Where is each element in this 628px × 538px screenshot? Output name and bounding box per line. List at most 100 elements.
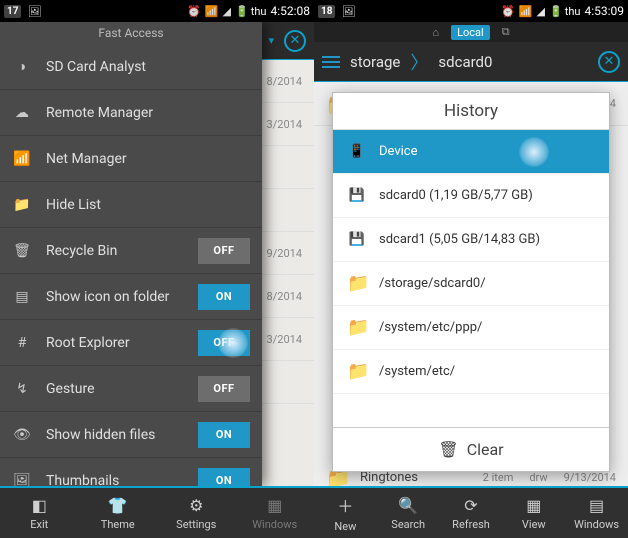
nav-view[interactable]: ▦ View xyxy=(502,488,565,538)
tab-other[interactable]: ⧉ xyxy=(496,24,516,40)
drawer-item-root-explorer[interactable]: # Root Explorer OFF xyxy=(0,320,262,366)
nav-label: Windows xyxy=(574,518,619,531)
alarm-icon: ⏰ xyxy=(501,5,515,18)
phone-left: 17 🖼 ⏰ 📶 ◢ 🔋 thu 4:52:08 ▾ ✕ 8/2014 3/20… xyxy=(0,0,314,538)
drawer-item-label: Thumbnails xyxy=(46,473,184,487)
window-tabs: ⌂ Local ⧉ xyxy=(314,22,628,42)
drawer-item-remote-manager[interactable]: ☁ Remote Manager xyxy=(0,90,262,136)
drawer-item-gesture[interactable]: ↯ Gesture OFF xyxy=(0,366,262,412)
folder-icon: 📁 xyxy=(12,197,32,213)
nav-search[interactable]: 🔍 Search xyxy=(377,488,440,538)
drawer-item-hide-list[interactable]: 📁 Hide List xyxy=(0,182,262,228)
drawer-item-net-manager[interactable]: 📶 Net Manager xyxy=(0,136,262,182)
history-item-path[interactable]: 📁 /system/etc/ppp/ xyxy=(333,306,609,350)
chevron-right-icon: 〉 xyxy=(410,49,428,75)
trash-icon: 🗑 xyxy=(12,243,32,259)
windows-icon: ▤ xyxy=(589,496,604,515)
path-bar: storage 〉 sdcard0 ✕ xyxy=(314,42,628,82)
status-time: 4:53:09 xyxy=(584,4,624,18)
gesture-icon: ↯ xyxy=(12,381,32,397)
touch-indicator xyxy=(519,137,549,167)
folder-icon: 📁 xyxy=(347,361,367,382)
tab-home[interactable]: ⌂ xyxy=(426,25,445,40)
theme-icon: 👕 xyxy=(108,496,128,515)
device-icon: 📱 xyxy=(347,144,367,159)
status-day: thu xyxy=(565,5,581,18)
status-day: thu xyxy=(251,5,267,18)
path-seg-sdcard0[interactable]: sdcard0 xyxy=(438,53,492,71)
battery-icon: 🔋 xyxy=(235,5,249,18)
drawer-item-label: Recycle Bin xyxy=(46,243,184,259)
path-seg-storage[interactable]: storage xyxy=(350,53,400,71)
alarm-icon: ⏰ xyxy=(187,5,201,18)
nav-refresh[interactable]: ⟳ Refresh xyxy=(440,488,503,538)
close-tab-button[interactable]: ✕ xyxy=(598,51,620,73)
history-item-path[interactable]: 📁 /storage/sdcard0/ xyxy=(333,262,609,306)
drawer-item-label: Gesture xyxy=(46,381,184,397)
drawer-item-sd-analyst[interactable]: ◑ SD Card Analyst xyxy=(0,44,262,90)
thumbnails-toggle[interactable]: ON xyxy=(198,468,250,487)
history-item-label: /system/etc/ xyxy=(379,364,455,379)
phone-right: 18 🖼 ⏰ 📶 ◢ 🔋 thu 4:53:09 ⌂ Local ⧉ stora… xyxy=(314,0,628,538)
close-tab-button[interactable]: ✕ xyxy=(284,30,306,52)
search-icon: 🔍 xyxy=(398,496,418,515)
image-icon: 🖼 xyxy=(341,5,355,18)
root-explorer-toggle[interactable]: OFF xyxy=(198,330,250,356)
grid-icon: ▤ xyxy=(12,289,32,305)
file-list: 📁 2 item drw 10/0/2014 📁 Ringtones 2 ite… xyxy=(314,82,628,486)
history-item-label: sdcard1 (5,05 GB/14,83 GB) xyxy=(379,232,540,247)
nav-label: New xyxy=(334,520,356,533)
nav-windows[interactable]: ▤ Windows xyxy=(565,488,628,538)
signal-icon: ◢ xyxy=(223,5,231,18)
history-item-path[interactable]: 📁 /system/etc/ xyxy=(333,350,609,394)
eye-icon: 👁 xyxy=(12,427,32,443)
sd-icon: 💾 xyxy=(347,188,367,203)
dropdown-icon[interactable]: ▾ xyxy=(268,34,274,47)
drawer-item-label: Remote Manager xyxy=(46,105,250,121)
status-date: 17 xyxy=(4,5,21,18)
image-icon: 🖼 xyxy=(27,5,41,18)
chart-icon: ◑ xyxy=(12,58,32,75)
history-item-sdcard0[interactable]: 💾 sdcard0 (1,19 GB/5,77 GB) xyxy=(333,174,609,218)
drawer-item-show-icon[interactable]: ▤ Show icon on folder ON xyxy=(0,274,262,320)
drawer-item-label: Root Explorer xyxy=(46,335,184,351)
folder-icon: 📁 xyxy=(347,273,367,294)
wifi-icon: 📶 xyxy=(12,151,32,167)
nav-label: Refresh xyxy=(452,518,490,531)
menu-icon[interactable] xyxy=(322,56,340,68)
root-icon: # xyxy=(12,335,32,351)
status-date: 18 xyxy=(318,5,335,18)
drawer-item-label: Show icon on folder xyxy=(46,289,184,305)
nav-settings[interactable]: ⚙ Settings xyxy=(157,488,236,538)
drawer-item-label: SD Card Analyst xyxy=(46,59,250,75)
bottom-nav: ◧ Exit 👕 Theme ⚙ Settings ▦ Windows xyxy=(0,486,314,538)
nav-label: Windows xyxy=(252,518,297,531)
folder-icon: 📁 xyxy=(347,317,367,338)
tab-local[interactable]: Local xyxy=(451,25,490,40)
history-item-sdcard1[interactable]: 💾 sdcard1 (5,05 GB/14,83 GB) xyxy=(333,218,609,262)
history-item-label: sdcard0 (1,19 GB/5,77 GB) xyxy=(379,188,533,203)
drawer-item-recycle-bin[interactable]: 🗑 Recycle Bin OFF xyxy=(0,228,262,274)
status-bar: 18 🖼 ⏰ 📶 ◢ 🔋 thu 4:53:09 xyxy=(314,0,628,22)
history-popup: History 📱 Device 💾 sdcard0 (1,19 GB/5,77… xyxy=(332,92,610,472)
recycle-bin-toggle[interactable]: OFF xyxy=(198,238,250,264)
drawer-item-thumbnails[interactable]: 🖼 Thumbnails ON xyxy=(0,458,262,486)
status-time: 4:52:08 xyxy=(270,4,310,18)
nav-label: Settings xyxy=(176,518,216,531)
grid-icon: ▦ xyxy=(526,496,541,515)
show-icon-toggle[interactable]: ON xyxy=(198,284,250,310)
wifi-icon: 📶 xyxy=(205,5,219,18)
nav-new[interactable]: ＋ New xyxy=(314,488,377,538)
wifi-icon: 📶 xyxy=(519,5,533,18)
signal-icon: ◢ xyxy=(537,5,545,18)
nav-label: View xyxy=(522,518,546,531)
nav-windows[interactable]: ▦ Windows xyxy=(236,488,315,538)
drawer-item-hidden-files[interactable]: 👁 Show hidden files ON xyxy=(0,412,262,458)
history-clear-button[interactable]: 🗑 Clear xyxy=(333,427,609,471)
nav-exit[interactable]: ◧ Exit xyxy=(0,488,79,538)
nav-theme[interactable]: 👕 Theme xyxy=(79,488,158,538)
history-item-device[interactable]: 📱 Device xyxy=(333,130,609,174)
hidden-files-toggle[interactable]: ON xyxy=(198,422,250,448)
drawer-item-label: Show hidden files xyxy=(46,427,184,443)
gesture-toggle[interactable]: OFF xyxy=(198,376,250,402)
